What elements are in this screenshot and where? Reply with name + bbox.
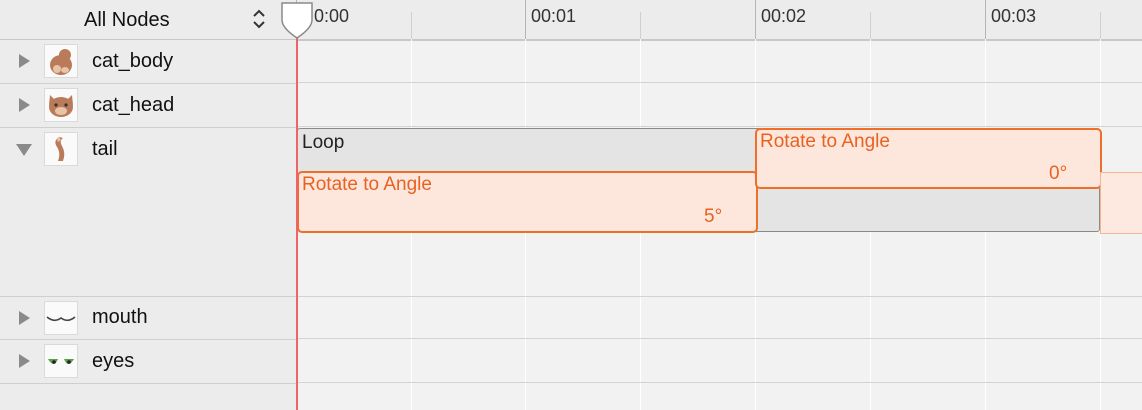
disclosure-triangle-collapsed-icon[interactable]: [14, 51, 34, 71]
node-label-mouth: mouth: [92, 306, 148, 328]
node-row-cat-head[interactable]: cat_head: [0, 84, 296, 128]
node-label-cat-body: cat_body: [92, 50, 174, 72]
rotate-to-angle-action-5deg[interactable]: Rotate to Angle 5°: [297, 171, 758, 233]
ruler-tick: [525, 0, 526, 39]
node-label-cat-head: cat_head: [92, 94, 175, 116]
cat-body-thumbnail-icon: [44, 44, 78, 78]
ruler-label-0: 0:00: [314, 6, 350, 26]
node-label-tail: tail: [92, 138, 118, 160]
disclosure-triangle-collapsed-icon[interactable]: [14, 308, 34, 328]
node-row-mouth[interactable]: mouth: [0, 297, 296, 340]
playhead-line: [296, 30, 298, 410]
disclosure-triangle-expanded-icon[interactable]: [14, 139, 34, 159]
node-filter-popup[interactable]: All Nodes: [0, 0, 296, 40]
track-separator: [296, 382, 1142, 383]
node-filter-label: All Nodes: [84, 9, 170, 31]
ruler-label-2: 00:02: [761, 6, 807, 26]
track-separator: [296, 338, 1142, 339]
node-row-cat-body[interactable]: cat_body: [0, 40, 296, 84]
ruler-tick: [640, 12, 641, 39]
playhead-handle-icon[interactable]: [279, 0, 315, 40]
track-separator: [296, 296, 1142, 297]
track-separator: [296, 126, 1142, 127]
action-title: Rotate to Angle: [302, 174, 432, 195]
up-down-chevron-icon[interactable]: [250, 6, 268, 32]
mouth-thumbnail-icon: [44, 301, 78, 335]
action-title: Rotate to Angle: [760, 131, 890, 152]
ruler-tick: [755, 0, 756, 39]
node-row-tail[interactable]: tail: [0, 128, 296, 297]
eyes-thumbnail-icon: [44, 344, 78, 378]
node-list-panel: All Nodes cat_body cat_head tail mouth e…: [0, 0, 296, 410]
ruler-tick: [411, 12, 412, 39]
action-angle-value: 0°: [1049, 163, 1068, 184]
ruler-tick: [870, 12, 871, 39]
disclosure-triangle-collapsed-icon[interactable]: [14, 95, 34, 115]
action-angle-value: 5°: [704, 206, 723, 227]
cat-head-thumbnail-icon: [44, 88, 78, 122]
track-separator: [296, 82, 1142, 83]
rotate-to-angle-action-0deg[interactable]: Rotate to Angle 0°: [755, 128, 1102, 189]
ruler-label-1: 00:01: [531, 6, 577, 26]
ruler-label-3: 00:03: [991, 6, 1037, 26]
ruler-tick: [1100, 12, 1101, 39]
ruler-tick: [985, 0, 986, 39]
next-action-block-partial[interactable]: [1100, 172, 1142, 234]
node-label-eyes: eyes: [92, 350, 135, 372]
tail-thumbnail-icon: [44, 132, 78, 166]
node-row-eyes[interactable]: eyes: [0, 340, 296, 384]
loop-label: Loop: [302, 132, 345, 153]
time-ruler[interactable]: 0:00 00:01 00:02 00:03: [296, 0, 1142, 41]
disclosure-triangle-collapsed-icon[interactable]: [14, 351, 34, 371]
